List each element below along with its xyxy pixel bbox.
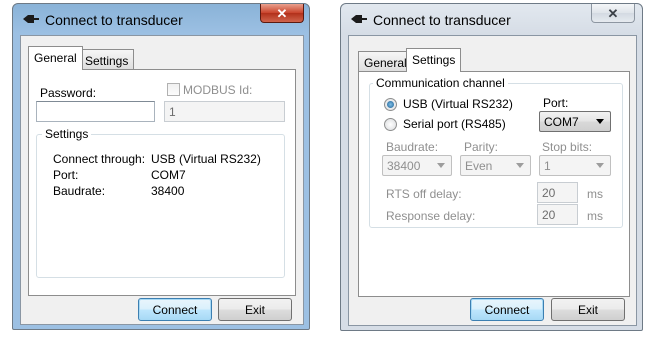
settings-group: Settings Connect through: USB (Virtual R…: [36, 127, 285, 278]
exit-button-label: Exit: [577, 302, 598, 317]
connect-through-label: Connect through:: [53, 152, 146, 166]
client-area: General Settings Password: MODBUS Id: 1 …: [20, 35, 304, 325]
exit-button[interactable]: Exit: [551, 298, 625, 321]
rts-off-delay-label: RTS off delay:: [386, 187, 462, 201]
settings-panel: Communication channel USB (Virtual RS232…: [358, 71, 630, 297]
modbus-id-input[interactable]: 1: [164, 101, 285, 122]
serial-radio[interactable]: [384, 118, 397, 131]
stop-bits-select-value: 1: [544, 159, 551, 173]
rts-off-delay-input[interactable]: 20: [537, 182, 578, 203]
port-label: Port:: [543, 96, 569, 110]
tab-label: Settings: [412, 53, 456, 67]
response-delay-input[interactable]: 20: [537, 204, 578, 225]
chevron-down-icon: [437, 163, 445, 168]
general-panel: Password: MODBUS Id: 1 Settings Connect …: [28, 69, 296, 296]
exit-button[interactable]: Exit: [218, 298, 292, 321]
parity-select[interactable]: Even: [460, 155, 531, 176]
tab-general[interactable]: General: [358, 51, 413, 73]
title-bar[interactable]: Connect to transducer ✕: [341, 4, 642, 34]
chevron-down-icon: [596, 119, 604, 124]
title-bar[interactable]: Connect to transducer ✕: [13, 4, 309, 34]
tab-label: General: [364, 56, 407, 70]
parity-select-value: Even: [465, 159, 493, 173]
port-value: COM7: [151, 168, 186, 182]
close-icon: ✕: [607, 5, 619, 21]
close-button[interactable]: ✕: [591, 4, 635, 23]
chevron-down-icon: [596, 163, 604, 168]
serial-radio-label: Serial port (RS485): [403, 117, 506, 131]
client-area: General Settings Communication channel U…: [348, 35, 637, 326]
usb-radio[interactable]: [384, 98, 397, 111]
tab-general[interactable]: General: [28, 46, 83, 70]
exit-button-label: Exit: [244, 302, 265, 317]
usb-radio-label: USB (Virtual RS232): [403, 97, 513, 111]
connect-button-label: Connect: [152, 302, 198, 317]
stop-bits-label: Stop bits:: [542, 140, 593, 154]
password-input[interactable]: [36, 101, 155, 122]
tab-label: Settings: [85, 54, 129, 68]
communication-channel-group: Communication channel USB (Virtual RS232…: [369, 76, 623, 228]
settings-group-title: Settings: [42, 127, 92, 141]
connect-button[interactable]: Connect: [138, 298, 212, 321]
rts-off-delay-unit: ms: [587, 187, 603, 201]
stop-bits-select[interactable]: 1: [539, 155, 611, 176]
baudrate-label: Baudrate:: [53, 184, 106, 198]
connect-button[interactable]: Connect: [470, 298, 544, 321]
connector-icon: [23, 15, 39, 23]
window-title: Connect to transducer: [373, 12, 511, 28]
modbus-id-checkbox[interactable]: [167, 83, 180, 96]
tab-settings[interactable]: Settings: [79, 49, 135, 71]
connect-button-label: Connect: [484, 302, 530, 317]
connector-icon: [351, 15, 367, 23]
connect-window-general: Connect to transducer ✕ General Settings…: [12, 3, 310, 330]
close-button[interactable]: ✕: [260, 4, 304, 23]
window-title: Connect to transducer: [45, 12, 183, 28]
port-select[interactable]: COM7: [539, 111, 611, 132]
baudrate-value: 38400: [151, 184, 185, 198]
port-select-value: COM7: [544, 115, 579, 129]
tab-settings[interactable]: Settings: [406, 48, 462, 72]
communication-channel-title: Communication channel: [373, 76, 508, 90]
baudrate-select[interactable]: 38400: [382, 155, 452, 176]
close-icon: ✕: [276, 5, 288, 21]
modbus-id-label: MODBUS Id:: [183, 83, 253, 97]
baudrate-select-value: 38400: [387, 159, 421, 173]
parity-label: Parity:: [464, 140, 499, 154]
password-label: Password:: [40, 86, 97, 100]
response-delay-unit: ms: [587, 209, 603, 223]
tab-label: General: [34, 51, 77, 65]
connect-through-value: USB (Virtual RS232): [151, 152, 261, 166]
chevron-down-icon: [516, 163, 524, 168]
port-label: Port:: [53, 168, 79, 182]
response-delay-label: Response delay:: [386, 209, 476, 223]
baudrate-label: Baudrate:: [386, 140, 439, 154]
connect-window-settings: Connect to transducer ✕ General Settings…: [340, 3, 643, 331]
